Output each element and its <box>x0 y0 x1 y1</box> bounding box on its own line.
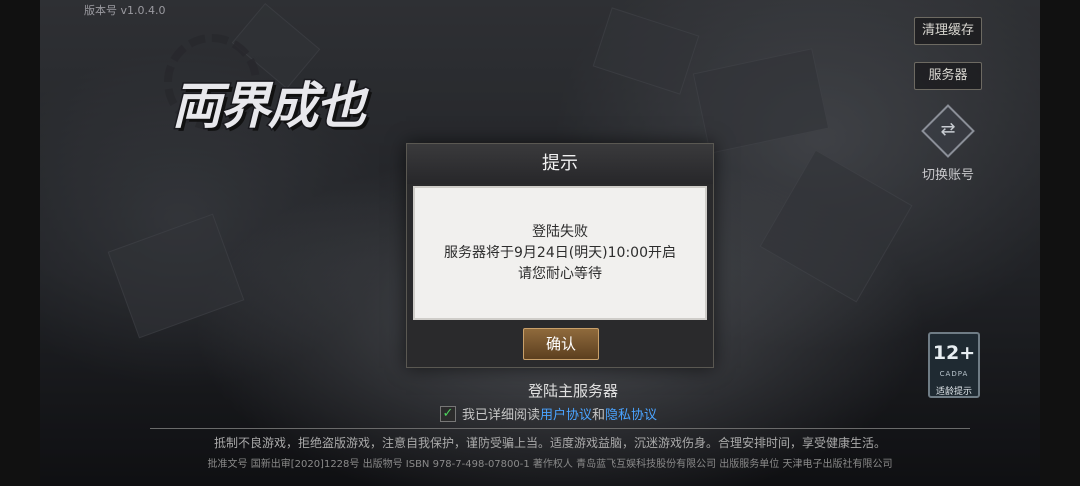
server-button[interactable]: 服务器 <box>914 62 982 90</box>
dialog-message-line: 服务器将于9月24日(明天)10:00开启 <box>444 245 676 261</box>
agreement-row: ✓ 我已详细阅读用户协议和隐私协议 <box>440 404 657 424</box>
switch-account-button[interactable]: ⇄ 切换账号 <box>916 104 980 184</box>
user-agreement-link[interactable]: 用户协议 <box>540 408 592 423</box>
age-rating-value: 12+ <box>932 342 976 364</box>
left-edge <box>0 0 40 486</box>
right-edge <box>1040 0 1080 486</box>
agreement-prefix: 我已详细阅读 <box>462 408 541 423</box>
dialog-message-line: 请您耐心等待 <box>518 266 602 282</box>
dialog-message-line: 登陆失败 <box>532 224 588 240</box>
login-main-server-button[interactable]: 登陆主服务器 <box>0 380 1080 401</box>
dialog-title: 提示 <box>407 144 713 184</box>
privacy-agreement-link[interactable]: 隐私协议 <box>605 408 657 423</box>
dialog-message: 登陆失败 服务器将于9月24日(明天)10:00开启 请您耐心等待 <box>415 222 705 285</box>
switch-account-label: 切换账号 <box>921 168 974 183</box>
game-logo-text: 両界成也 <box>171 76 368 137</box>
health-notice: 抵制不良游戏，拒绝盗版游戏，注意自我保护，谨防受骗上当。适度游戏益脑，沉迷游戏伤… <box>213 436 886 450</box>
age-rating-org: CADPA <box>939 370 969 378</box>
footer-divider <box>150 428 970 429</box>
version-label: 版本号 v1.0.4.0 <box>84 4 166 17</box>
agreement-checkbox[interactable]: ✓ <box>440 405 456 422</box>
agreement-and: 和 <box>592 408 606 423</box>
swap-arrows-icon: ⇄ <box>940 119 956 140</box>
login-failed-dialog: 提示 登陆失败 服务器将于9月24日(明天)10:00开启 请您耐心等待 确认 <box>406 143 714 368</box>
dialog-body: 登陆失败 服务器将于9月24日(明天)10:00开启 请您耐心等待 <box>413 186 707 320</box>
game-logo: 両界成也 <box>150 30 390 140</box>
confirm-button[interactable]: 确认 <box>523 328 599 360</box>
license-info: 批准文号 国新出审[2020]1228号 出版物号 ISBN 978-7-498… <box>207 459 893 470</box>
clear-cache-button[interactable]: 清理缓存 <box>914 17 982 45</box>
